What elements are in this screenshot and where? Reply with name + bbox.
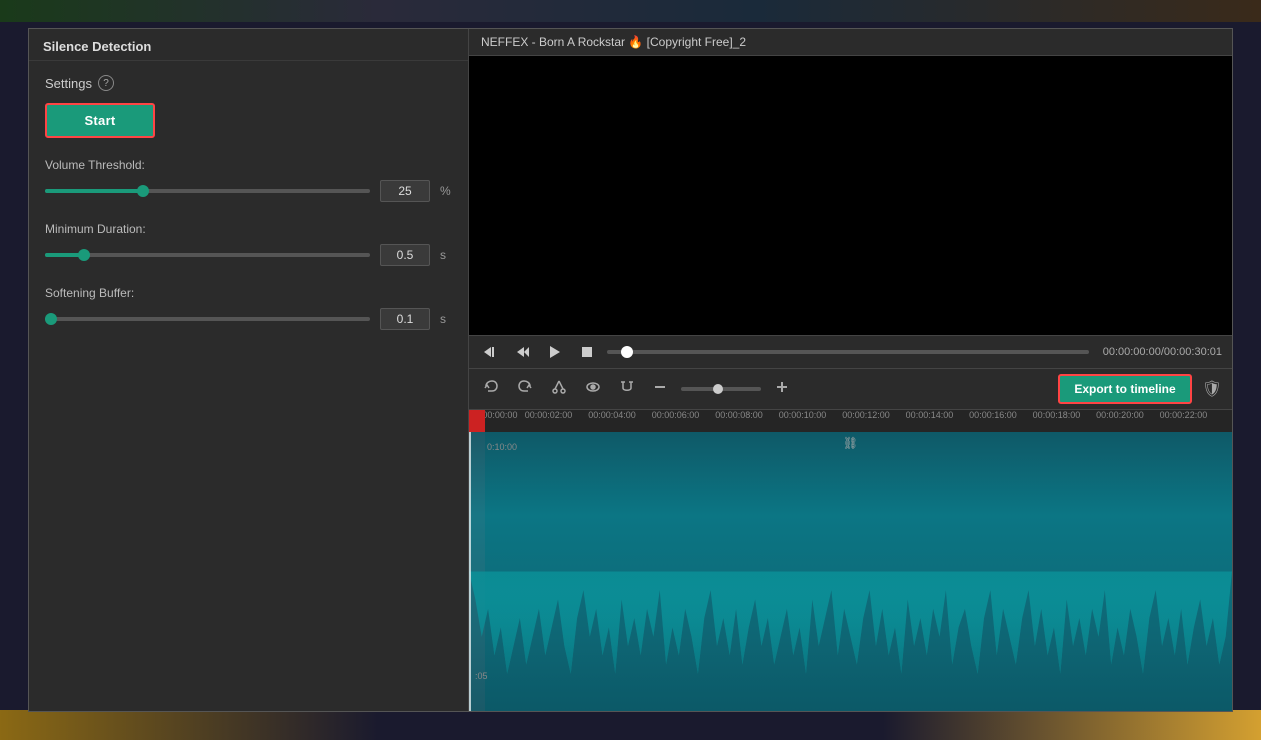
softening-buffer-row: s (45, 308, 452, 330)
minimum-duration-unit: s (440, 248, 452, 262)
ruler-tick-6: 00:00:12:00 (842, 410, 890, 420)
ruler-tick-11: 00:00:22:00 (1160, 410, 1208, 420)
shield-icon[interactable]: 🛡 (1202, 379, 1222, 399)
start-button-container: Start (45, 103, 452, 138)
minimum-duration-group: Minimum Duration: s (45, 222, 452, 266)
start-button[interactable]: Start (45, 103, 155, 138)
softening-buffer-thumb[interactable] (45, 313, 57, 325)
softening-buffer-unit: s (440, 312, 452, 326)
ruler-tick-0: 00:00:00 (485, 410, 517, 420)
right-panel: NEFFEX - Born A Rockstar 🔥 [Copyright Fr… (469, 29, 1232, 711)
window-title: Silence Detection (43, 39, 151, 54)
time-display: 00:00:00:00/00:00:30:01 (1103, 346, 1222, 358)
video-title-bar: NEFFEX - Born A Rockstar 🔥 [Copyright Fr… (469, 29, 1232, 56)
softening-buffer-group: Softening Buffer: s (45, 286, 452, 330)
export-to-timeline-button[interactable]: Export to timeline (1058, 374, 1191, 404)
main-window: Silence Detection Settings ? Start Volum… (28, 28, 1233, 712)
window-body: Silence Detection Settings ? Start Volum… (29, 29, 1232, 711)
zoom-slider[interactable] (681, 387, 761, 391)
silence-content: Settings ? Start Volume Threshold: (29, 61, 468, 344)
waveform-center-icon: ⛓ (843, 436, 858, 450)
help-icon[interactable]: ? (98, 75, 114, 91)
minimum-duration-thumb[interactable] (78, 249, 90, 261)
zoom-thumb[interactable] (713, 384, 723, 394)
redo-button[interactable] (513, 377, 537, 402)
waveform-side-label: :05 (475, 671, 488, 681)
timeline-ruler: 00:00:00 00:00:02:00 00:00:04:00 00:00:0… (469, 410, 1232, 432)
volume-threshold-unit: % (440, 184, 452, 198)
ruler-tick-4: 00:00:08:00 (715, 410, 763, 420)
volume-threshold-fill (45, 189, 143, 193)
ruler-tick-7: 00:00:14:00 (906, 410, 954, 420)
volume-threshold-slider[interactable] (45, 189, 370, 193)
bottom-background-bar (0, 710, 1261, 740)
zoom-in-button[interactable] (771, 378, 793, 401)
playback-progress-bar[interactable] (607, 350, 1089, 354)
ruler-tick-10: 00:00:20:00 (1096, 410, 1144, 420)
volume-threshold-row: % (45, 180, 452, 202)
ruler-tick-2: 00:00:04:00 (588, 410, 636, 420)
waveform-area: 0:10:00 :05 ⛓ (469, 432, 1232, 711)
undo-button[interactable] (479, 377, 503, 402)
waveform-svg (469, 432, 1232, 711)
play-button[interactable] (543, 342, 567, 362)
video-title: NEFFEX - Born A Rockstar 🔥 [Copyright Fr… (481, 35, 746, 49)
ruler-tick-8: 00:00:16:00 (969, 410, 1017, 420)
volume-threshold-group: Volume Threshold: % (45, 158, 452, 202)
playback-controls: 00:00:00:00/00:00:30:01 (469, 335, 1232, 369)
ruler-tick-1: 00:00:02:00 (525, 410, 573, 420)
cut-button[interactable] (547, 377, 571, 402)
softening-buffer-label: Softening Buffer: (45, 286, 452, 300)
playhead[interactable] (469, 432, 471, 711)
volume-threshold-input[interactable] (380, 180, 430, 202)
left-panel: Silence Detection Settings ? Start Volum… (29, 29, 469, 711)
minimum-duration-row: s (45, 244, 452, 266)
ruler-tick-9: 00:00:18:00 (1033, 410, 1081, 420)
edit-toolbar: Export to timeline 🛡 (469, 369, 1232, 410)
settings-label: Settings (45, 76, 92, 91)
step-back-button[interactable] (511, 342, 535, 362)
ruler-tick-3: 00:00:06:00 (652, 410, 700, 420)
rewind-button[interactable] (479, 342, 503, 362)
stop-button[interactable] (575, 342, 599, 362)
minimum-duration-slider[interactable] (45, 253, 370, 257)
volume-threshold-thumb[interactable] (137, 185, 149, 197)
waveform-time-label: 0:10:00 (487, 442, 517, 452)
softening-buffer-input[interactable] (380, 308, 430, 330)
ruler-tick-5: 00:00:10:00 (779, 410, 827, 420)
magnet-button[interactable] (615, 377, 639, 402)
ruler-ticks-container: 00:00:00 00:00:02:00 00:00:04:00 00:00:0… (485, 410, 1232, 432)
silence-detection-header: Silence Detection (29, 29, 468, 61)
timeline-red-marker (469, 410, 485, 432)
zoom-out-button[interactable] (649, 378, 671, 401)
volume-threshold-label: Volume Threshold: (45, 158, 452, 172)
background-bar (0, 0, 1261, 22)
video-player (469, 56, 1232, 335)
minimum-duration-input[interactable] (380, 244, 430, 266)
playback-position-dot (621, 346, 633, 358)
minimum-duration-label: Minimum Duration: (45, 222, 452, 236)
softening-buffer-slider[interactable] (45, 317, 370, 321)
eye-button[interactable] (581, 377, 605, 402)
